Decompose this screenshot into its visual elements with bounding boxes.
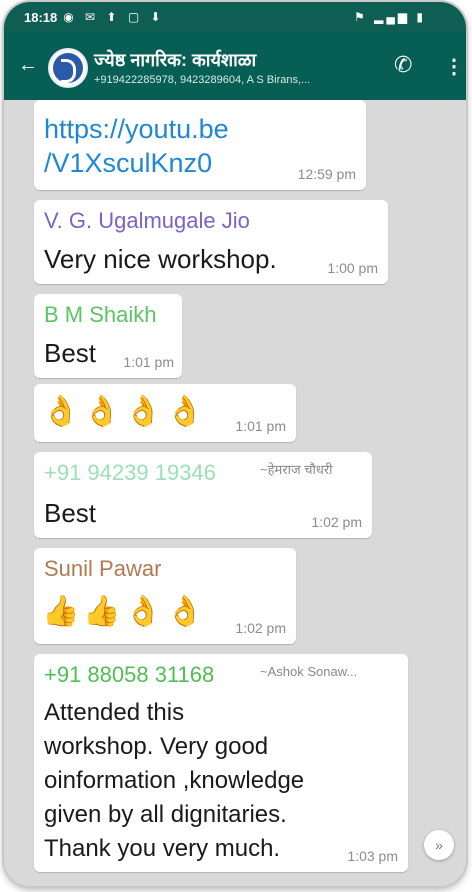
- link-line-1[interactable]: https://youtu.be: [44, 112, 229, 146]
- message-time: 12:59 pm: [297, 166, 356, 182]
- message-time: 1:02 pm: [235, 620, 286, 636]
- message-text: Best: [44, 338, 97, 368]
- group-members[interactable]: +919422285978, 9423289604, A S Birans,..…: [94, 74, 384, 86]
- more-options-icon[interactable]: ⋮: [444, 54, 464, 79]
- sender-alias: ~हेमराज चौधरी: [260, 462, 333, 477]
- message-bubble[interactable]: +91 94239 19346 ~हेमराज चौधरी Best 1:02 …: [34, 452, 372, 538]
- message-text: Attended this workshop. Very good oinfor…: [44, 696, 304, 866]
- ok-hand-emojis: 👌👌👌👌: [42, 395, 208, 428]
- sender-phone[interactable]: +91 94239 19346: [44, 460, 216, 486]
- message-bubble[interactable]: B M Shaikh Best 1:01 pm: [34, 294, 182, 378]
- signal-battery-icons: ⚑ ▂▄▆ ▮: [354, 10, 426, 24]
- sender-phone[interactable]: +91 88058 31168: [44, 662, 214, 688]
- message-time: 1:02 pm: [311, 514, 362, 530]
- message-link[interactable]: https://youtu.be /V1XsculKnz0: [44, 112, 229, 180]
- message-bubble[interactable]: Sunil Pawar 👍👍👌👌 1:02 pm: [34, 548, 296, 644]
- status-bar: 18:18 ◉ ✉ ⬆ ▢ ⬇ ⚑ ▂▄▆ ▮: [4, 2, 466, 32]
- status-time: 18:18: [24, 9, 58, 25]
- phone-frame: 18:18 ◉ ✉ ⬆ ▢ ⬇ ⚑ ▂▄▆ ▮ ← ज्येष्ठ नागरिक…: [4, 2, 466, 886]
- message-time: 1:00 pm: [327, 260, 378, 276]
- message-bubble[interactable]: https://youtu.be /V1XsculKnz0 12:59 pm: [34, 100, 366, 190]
- message-line: Attended this: [44, 699, 185, 726]
- message-bubble[interactable]: V. G. Ugalmugale Jio Very nice workshop.…: [34, 200, 388, 284]
- notification-icons: ◉ ✉ ⬆ ▢ ⬇: [63, 10, 165, 24]
- message-line: Thank you very much.: [44, 835, 281, 862]
- reaction-emojis: 👍👍👌👌: [42, 595, 208, 628]
- message-line: oinformation ,knowledge: [44, 767, 305, 794]
- sender-name[interactable]: V. G. Ugalmugale Jio: [44, 208, 250, 234]
- group-title[interactable]: ज्येष्ठ नागरिक: कार्यशाळा: [94, 48, 256, 72]
- sender-alias: ~Ashok Sonaw...: [260, 664, 358, 679]
- message-text: Very nice workshop.: [44, 244, 277, 274]
- link-line-2[interactable]: /V1XsculKnz0: [44, 146, 229, 180]
- scroll-down-button[interactable]: »: [424, 830, 454, 860]
- sender-name[interactable]: B M Shaikh: [44, 302, 157, 328]
- message-time: 1:03 pm: [347, 848, 398, 864]
- message-line: given by all dignitaries.: [44, 801, 287, 828]
- message-bubble[interactable]: +91 88058 31168 ~Ashok Sonaw... Attended…: [34, 654, 408, 872]
- message-line: workshop. Very good: [44, 733, 269, 760]
- message-time: 1:01 pm: [235, 418, 286, 434]
- add-call-icon[interactable]: ✆: [394, 52, 412, 78]
- sender-name[interactable]: Sunil Pawar: [44, 556, 161, 582]
- message-time: 1:01 pm: [123, 354, 174, 370]
- message-text: Best: [44, 498, 97, 528]
- chat-header: ← ज्येष्ठ नागरिक: कार्यशाळा +91942228597…: [4, 32, 466, 100]
- group-avatar[interactable]: [48, 48, 88, 88]
- back-arrow-icon[interactable]: ←: [18, 54, 38, 77]
- message-bubble[interactable]: 👌👌👌👌 1:01 pm: [34, 384, 296, 442]
